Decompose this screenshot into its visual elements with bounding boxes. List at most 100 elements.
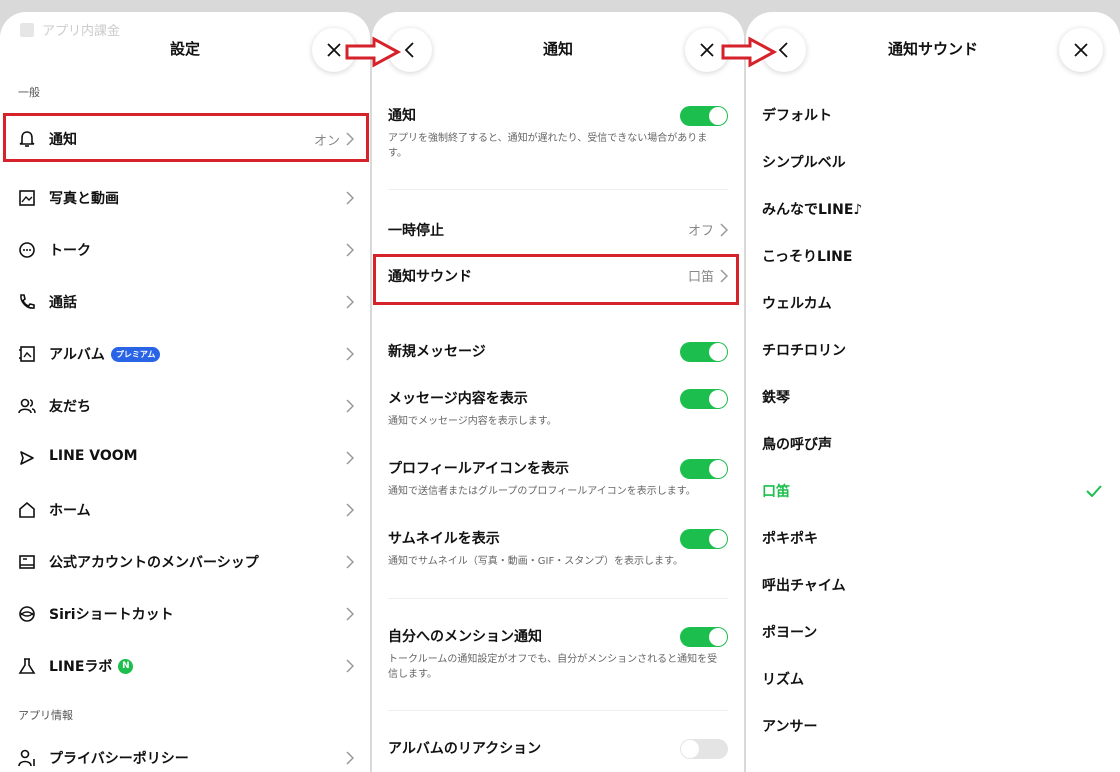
notify-master-row: 通知 アプリを強制終了すると、通知が遅れたり、受信できない場合があります。 [388,105,728,161]
sidebar-item-label: 公式アカウントのメンバーシップ [49,552,259,572]
close-icon [327,43,341,57]
toggle-row-2: プロフィールアイコンを表示通知で送信者またはグループのプロフィールアイコンを表示… [388,458,728,499]
toggle-row-desc: 通知でサムネイル（写真・動画・GIF・スタンプ）を表示します。 [388,556,683,567]
item-label-text: 友だち [49,399,91,415]
sidebar-item-label: ホーム [49,500,91,520]
sidebar-item-label: 写真と動画 [49,188,119,208]
sidebar-item-1[interactable]: 写真と動画 [0,172,370,224]
pause-row[interactable]: 一時停止 [388,220,728,240]
red-arrow-icon [345,36,402,68]
sidebar-item-7[interactable]: ホーム [0,484,370,536]
sidebar-item-privacy-policy[interactable]: プライバシーポリシー [0,732,370,772]
toggle-switch[interactable] [680,389,728,409]
item-label-text: 写真と動画 [49,191,119,207]
toggle-knob [709,460,727,478]
notification-panel: 通知 通知 アプリを強制終了すると、通知が遅れたり、受信できない場合があります。… [372,12,744,772]
toggle-knob [709,390,727,408]
chevron-right-icon [346,607,354,621]
red-arrow-icon [721,36,778,68]
toggle-switch[interactable] [680,459,728,479]
divider [388,598,728,599]
sound-option[interactable]: 口笛 [762,481,790,501]
photo-icon [17,188,37,208]
sidebar-item-9[interactable]: Siriショートカット [0,588,370,640]
chevron-right-icon [346,243,354,257]
sidebar-item-2[interactable]: トーク [0,224,370,276]
toggle-knob [709,107,727,125]
notification-sound-highlight-box [373,254,739,305]
sound-option[interactable]: デフォルト [762,105,832,125]
sound-option[interactable]: シンプルベル [762,152,846,172]
chevron-right-icon [720,222,728,237]
sound-option[interactable]: リズム [762,669,804,689]
toggle-row-3: サムネイルを表示通知でサムネイル（写真・動画・GIF・スタンプ）を表示します。 [388,528,728,569]
toggle-row-4: 自分へのメンション通知トークルームの通知設定がオフでも、自分がメンションされると… [388,626,728,682]
chevron-right-icon [346,503,354,517]
chevron-right-icon [346,347,354,361]
toggle-row-desc: 通知でメッセージ内容を表示します。 [388,416,557,427]
settings-header: 設定 [0,12,370,88]
toggle-switch[interactable] [680,739,728,759]
sidebar-item-label: LINE VOOM [49,448,138,464]
siri-shortcut-icon [17,604,37,624]
item-label-text: LINE VOOM [49,448,138,464]
close-icon [700,43,714,57]
sound-option[interactable]: 呼出チャイム [762,575,846,595]
checkmark-icon [1086,485,1102,497]
toggle-knob [709,343,727,361]
toggle-row-label: アルバムのリアクション [388,741,542,757]
sound-option[interactable]: 鳥の呼び声 [762,434,832,454]
close-icon [1074,43,1088,57]
sound-option[interactable]: アンサー [762,716,817,736]
toggle-switch[interactable] [680,342,728,362]
sound-option[interactable]: ウェルカム [762,293,832,313]
section-app-info: アプリ情報 [18,709,73,722]
settings-panel: アプリ内課金 設定 一般 通知 オン 写真と動画 トーク 通話 アルバム プレミアム 友だち L… [0,12,370,772]
sidebar-item-8[interactable]: 公式アカウントのメンバーシップ [0,536,370,588]
chevron-right-icon [346,295,354,309]
voom-icon [17,448,37,468]
privacy-person-icon [17,748,37,768]
item-label-text: 通話 [49,295,77,311]
sidebar-item-4[interactable]: アルバム プレミアム [0,328,370,380]
phone-icon [17,292,37,312]
friends-icon [17,396,37,416]
sound-option[interactable]: 鉄琴 [762,387,790,407]
sound-option[interactable]: こっそりLINE [762,246,852,266]
premium-badge: プレミアム [110,346,161,362]
sound-option[interactable]: ポヨーン [762,622,817,642]
toggle-row-desc: 通知で送信者またはグループのプロフィールアイコンを表示します。 [388,486,696,497]
toggle-row-0: 新規メッセージ [388,341,728,362]
privacy-policy-label: プライバシーポリシー [49,751,189,767]
toggle-switch[interactable] [680,627,728,647]
sound-option[interactable]: ポキポキ [762,528,818,548]
sidebar-item-6[interactable]: LINE VOOM [0,432,370,484]
chat-icon [17,240,37,260]
toggle-knob [709,628,727,646]
toggle-row-5: アルバムのリアクション [388,738,728,759]
sidebar-item-5[interactable]: 友だち [0,380,370,432]
sound-option[interactable]: みんなでLINE♪ [762,199,862,219]
close-button[interactable] [1059,28,1103,72]
album-icon [17,344,37,364]
sidebar-item-label: 友だち [49,396,91,416]
toggle-row-desc: トークルームの通知設定がオフでも、自分がメンションされると通知を受信します。 [388,654,718,680]
sound-option[interactable]: チロチロリン [762,340,846,360]
new-badge: N [118,658,134,674]
toggle-row-label: プロフィールアイコンを表示 [388,461,570,477]
notification-header: 通知 [372,12,744,88]
sidebar-item-3[interactable]: 通話 [0,276,370,328]
toggle-switch[interactable] [680,529,728,549]
flask-icon [17,656,37,676]
toggle-row-label: サムネイルを表示 [388,531,500,547]
sidebar-item-10[interactable]: LINEラボ N [0,640,370,692]
divider [388,189,728,190]
notification-sound-panel: 通知サウンド デフォルト シンプルベル みんなでLINE♪ こっそりLINE ウェルカム… [746,12,1120,772]
chevron-right-icon [346,555,354,569]
home-icon [17,500,37,520]
divider [388,710,728,711]
notify-master-toggle[interactable] [680,106,728,126]
sidebar-item-label: 通話 [49,292,77,312]
item-label-text: Siriショートカット [49,607,174,623]
toggle-row-label: 自分へのメンション通知 [388,629,542,645]
